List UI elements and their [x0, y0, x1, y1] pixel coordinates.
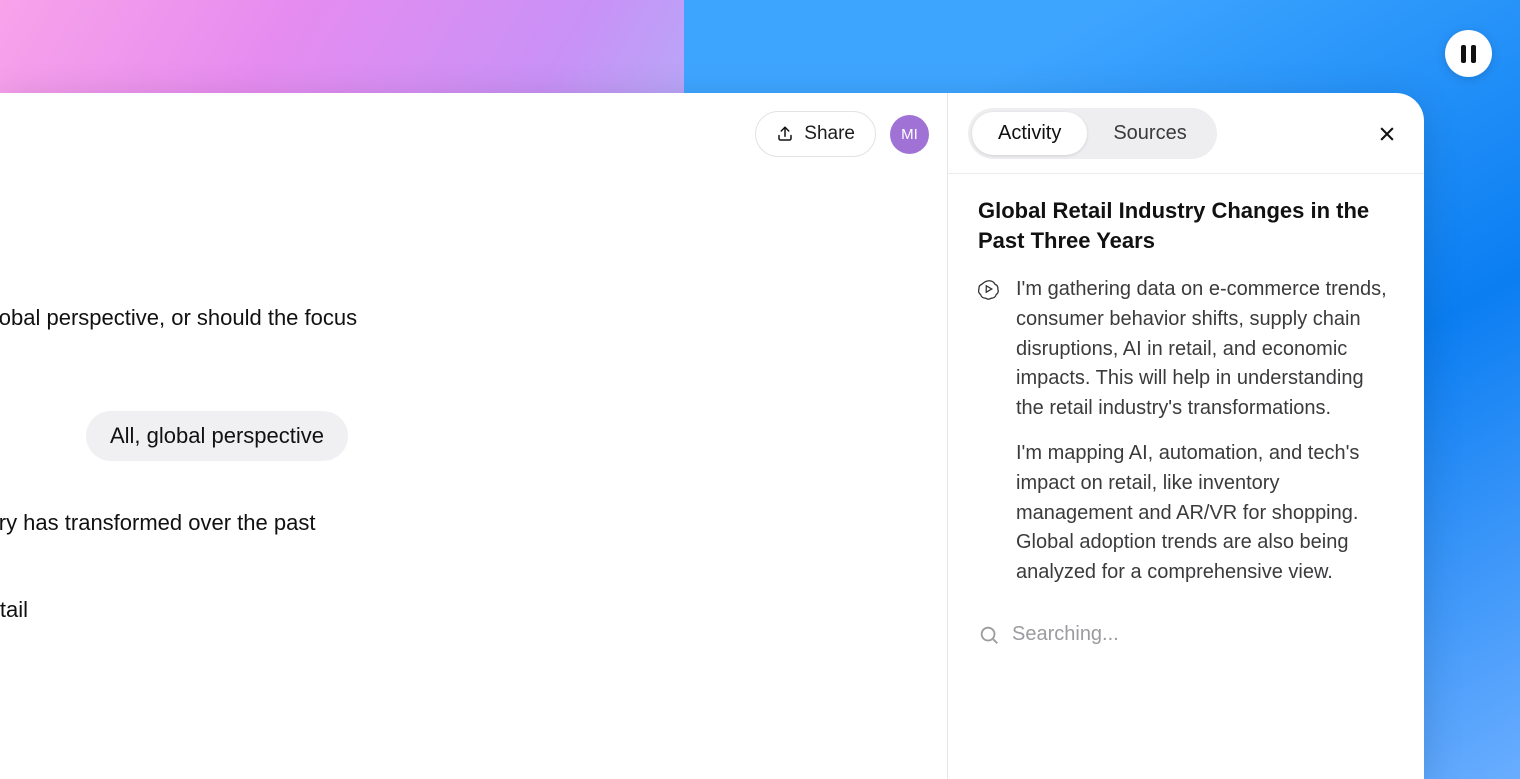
assistant-text-fragment: s (AI, automation, etc.) [0, 219, 628, 261]
assistant-text-fragment: ges [0, 177, 628, 219]
assistant-bullet: ce and shifts in brick-and-mortar retail [0, 589, 628, 631]
pause-icon [1461, 45, 1476, 63]
search-icon [978, 624, 1000, 646]
tab-sources[interactable]: Sources [1087, 112, 1212, 155]
close-icon [1377, 124, 1397, 144]
assistant-bullet: behavior and expectations [0, 630, 628, 672]
share-label: Share [804, 123, 855, 145]
assistant-text-fragment: ical retailing Also, do you need a globa… [0, 302, 628, 367]
chat-pane: Share MI ges s (AI, automation, etc.) d … [0, 93, 948, 779]
ai-reasoning-text: I'm gathering data on e-commerce trends,… [1016, 275, 1394, 423]
app-card: Share MI ges s (AI, automation, etc.) d … [0, 93, 1424, 779]
assistant-text-fragment: d economic changes [0, 261, 628, 303]
assistant-bullet: ation, and emerging technologies [0, 714, 628, 756]
user-message-chip: All, global perspective [86, 411, 348, 461]
ai-reasoning-text: I'm mapping AI, automation, and tech's i… [1016, 439, 1394, 587]
close-panel-button[interactable] [1370, 117, 1404, 151]
share-button[interactable]: Share [755, 111, 876, 157]
assistant-text-fragment: arch report on how the retail industry h… [0, 507, 628, 572]
openai-icon [978, 278, 1002, 603]
ai-reasoning-block: I'm gathering data on e-commerce trends,… [978, 275, 1394, 603]
searching-label: Searching... [1012, 623, 1119, 646]
panel-title: Global Retail Industry Changes in the Pa… [978, 196, 1394, 255]
searching-status: Searching... [978, 623, 1394, 646]
activity-panel: Activity Sources Global Retail Industry … [948, 93, 1424, 779]
conversation-scroll: ges s (AI, automation, etc.) d economic … [0, 177, 628, 756]
pause-button[interactable] [1445, 30, 1492, 77]
tab-segmented-control: Activity Sources [968, 108, 1217, 159]
assistant-bullet: ons and adaptations [0, 672, 628, 714]
tab-activity[interactable]: Activity [972, 112, 1087, 155]
avatar[interactable]: MI [890, 115, 929, 154]
share-icon [776, 125, 794, 143]
